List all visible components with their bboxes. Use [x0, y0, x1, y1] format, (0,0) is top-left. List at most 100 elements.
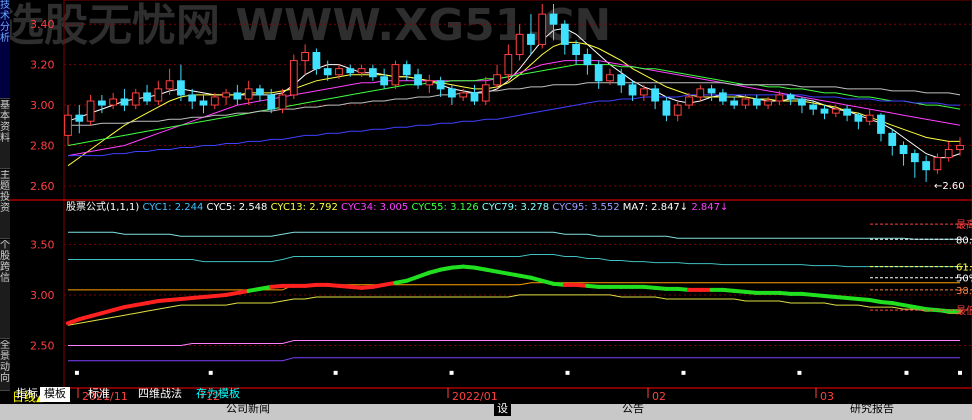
candle-body [357, 68, 366, 74]
candle-body [764, 100, 772, 106]
indicator-tick-label: 3.50 [30, 238, 55, 251]
price-tick-label: 3.00 [30, 99, 55, 112]
candle-body [448, 88, 456, 98]
candle-body [685, 96, 693, 106]
candle-body [730, 100, 739, 106]
indicator-line-cyc55 [68, 282, 960, 291]
candle-body [944, 149, 953, 159]
candle-body [165, 80, 174, 90]
candle-body [707, 88, 716, 94]
indicator-dot [74, 370, 79, 375]
indicator-level-label: 61. [956, 263, 972, 274]
indicator-value: CYC5: 2.548 [207, 202, 271, 213]
candle-body [899, 144, 908, 155]
candle-body [888, 132, 897, 146]
bottom-tab[interactable]: 公告 [622, 400, 644, 416]
indicator-dots [74, 370, 962, 375]
bottom-tab[interactable]: 公司新闻 [226, 400, 270, 416]
candle-body [109, 98, 118, 106]
indicator-line-cyc79 [68, 254, 960, 268]
indicator-line-cyc1 [68, 357, 960, 362]
candle-body [549, 13, 558, 25]
candle-body [662, 100, 671, 116]
candle-body [346, 68, 355, 74]
candle-body [64, 114, 72, 136]
indicator-value: CYC95: 3.552 [552, 202, 622, 213]
candle-body [323, 68, 332, 76]
candle-body [639, 88, 648, 96]
candle-body [436, 80, 445, 90]
candle-body [583, 54, 592, 66]
candle-body [606, 74, 614, 82]
chart-canvas: 选股无忧网 WWW.XG51.CN 3.403.203.002.802.60 ←… [0, 0, 972, 403]
side-tab[interactable]: 技术分析 [0, 0, 10, 99]
indicator-header: 股票公式(1,1,1) CYC1: 2.244 CYC5: 2.548 CYC1… [66, 200, 728, 213]
indicator-value: CYC55: 3.126 [411, 202, 481, 213]
candle-body [402, 64, 411, 76]
candle-body [97, 100, 106, 106]
candle-body [143, 92, 151, 102]
price-tick-label: 3.20 [30, 59, 55, 72]
price-tick-label: 3.40 [30, 18, 55, 31]
indicator-dot [333, 370, 338, 375]
candle-body [335, 68, 343, 76]
candle-body [131, 92, 140, 106]
date-tick-label: 03 [820, 390, 834, 403]
candle-body [922, 161, 931, 171]
candle-body [154, 88, 163, 102]
bottom-tab[interactable]: 设 [494, 400, 511, 416]
candle-body [560, 23, 569, 45]
panel-tab[interactable]: 四维战法 [134, 387, 186, 402]
low-price-label: ←2.60 [934, 181, 965, 192]
indicator-dot [565, 370, 570, 375]
panel-tab[interactable]: 标准 [84, 387, 114, 402]
candle-body [933, 157, 942, 171]
price-tick-label: 2.60 [30, 180, 55, 193]
side-tab[interactable]: 个股跨信 [0, 240, 10, 339]
indicator-line-cyc13 [67, 294, 960, 326]
indicator-value: MA7: 2.847↓ [623, 202, 692, 213]
indicator-axis: 3.50 3.00 2.50 [30, 238, 55, 352]
candle-body [210, 96, 219, 106]
indicator-dot [681, 370, 686, 375]
candle-body [391, 64, 400, 86]
candle-body [425, 80, 434, 86]
candle-body [414, 74, 422, 86]
candle-body [843, 108, 851, 116]
bottom-tab-bar: 公司新闻 设 公告 研究报告 [0, 400, 972, 420]
indicator-level-label: 80. [956, 235, 972, 246]
candle-body [312, 52, 321, 70]
candle-body [809, 104, 818, 110]
price-tick-label: 2.80 [30, 139, 55, 152]
candle-body [696, 88, 705, 98]
side-tab[interactable]: 全景动向 [0, 340, 10, 391]
candle-body [244, 88, 253, 100]
candle-body [199, 100, 208, 106]
indicator-dot [904, 370, 909, 375]
candle-body [865, 114, 874, 122]
panel-tab[interactable]: 指标 [12, 387, 42, 402]
indicator-panel-frame [63, 199, 972, 389]
candle-body [572, 43, 580, 56]
indicator-value: CYC1: 2.244 [142, 202, 206, 213]
panel-tab[interactable]: 模板 [40, 387, 70, 402]
candle-body [538, 13, 547, 45]
candle-body [481, 84, 490, 102]
candle-body [278, 94, 287, 110]
candle-body [786, 94, 795, 100]
candle-body [775, 94, 784, 102]
indicator-value: CYC79: 3.278 [482, 202, 552, 213]
date-tick-label: 2022/01 [452, 390, 498, 403]
candle-body [956, 144, 964, 151]
indicator-tick-label: 2.50 [30, 340, 55, 353]
indicator-dot [958, 370, 962, 375]
candle-body [120, 98, 129, 106]
candle-body [673, 104, 682, 116]
indicator-line-cyc5 [68, 340, 960, 346]
side-tab[interactable]: 基本资料 [0, 100, 10, 169]
indicator-tick-label: 3.00 [30, 289, 55, 302]
candle-body [504, 54, 513, 76]
candle-body [301, 52, 310, 62]
side-tab[interactable]: 主题投资 [0, 170, 10, 239]
bottom-tab[interactable]: 研究报告 [850, 400, 894, 416]
